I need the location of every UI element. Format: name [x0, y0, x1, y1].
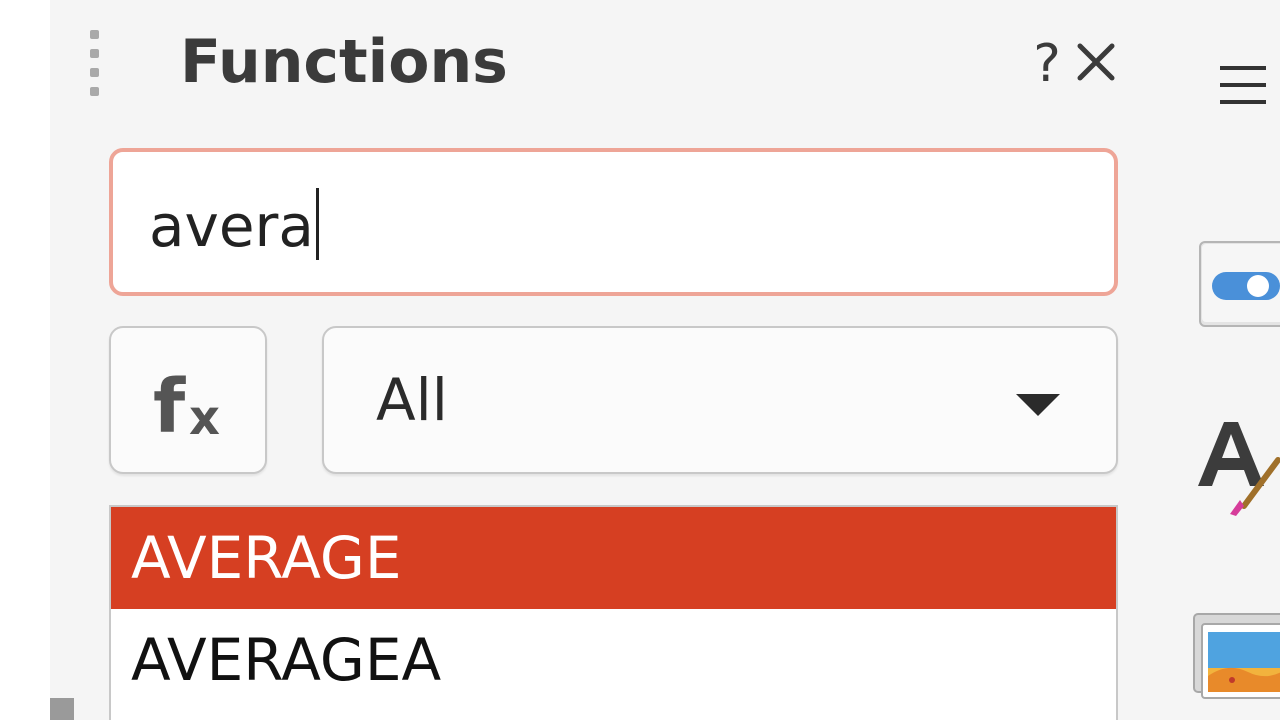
- function-search-input[interactable]: avera: [109, 148, 1118, 296]
- svg-text:x: x: [189, 390, 220, 446]
- close-icon[interactable]: [1074, 40, 1118, 84]
- gallery-icon[interactable]: [1188, 610, 1280, 710]
- drag-handle-icon[interactable]: [90, 30, 100, 96]
- spreadsheet-edge: [0, 0, 50, 720]
- help-button[interactable]: ?: [1030, 36, 1064, 92]
- search-value: avera: [149, 192, 314, 260]
- insert-function-button[interactable]: f x: [109, 326, 267, 474]
- styles-icon[interactable]: [1190, 412, 1280, 522]
- svg-text:f: f: [153, 364, 186, 450]
- text-caret: [315, 188, 319, 260]
- list-item[interactable]: AVERAGE: [111, 507, 1116, 609]
- properties-toggle-icon[interactable]: [1198, 240, 1280, 330]
- list-item[interactable]: AVERAGEA: [111, 609, 1116, 711]
- scrollbar-thumb[interactable]: [50, 698, 74, 720]
- hamburger-menu-icon[interactable]: [1220, 66, 1266, 106]
- fx-icon: f x: [153, 364, 220, 450]
- category-dropdown[interactable]: All: [322, 326, 1118, 474]
- panel-title: Functions: [180, 27, 508, 97]
- category-selected-value: All: [376, 366, 448, 434]
- function-list: AVERAGE AVERAGEA: [109, 505, 1118, 720]
- screen: Functions ? avera f x All AVERAGE AVERAG…: [0, 0, 1280, 720]
- chevron-down-icon: [1016, 394, 1060, 416]
- search-input-text: avera: [149, 188, 319, 264]
